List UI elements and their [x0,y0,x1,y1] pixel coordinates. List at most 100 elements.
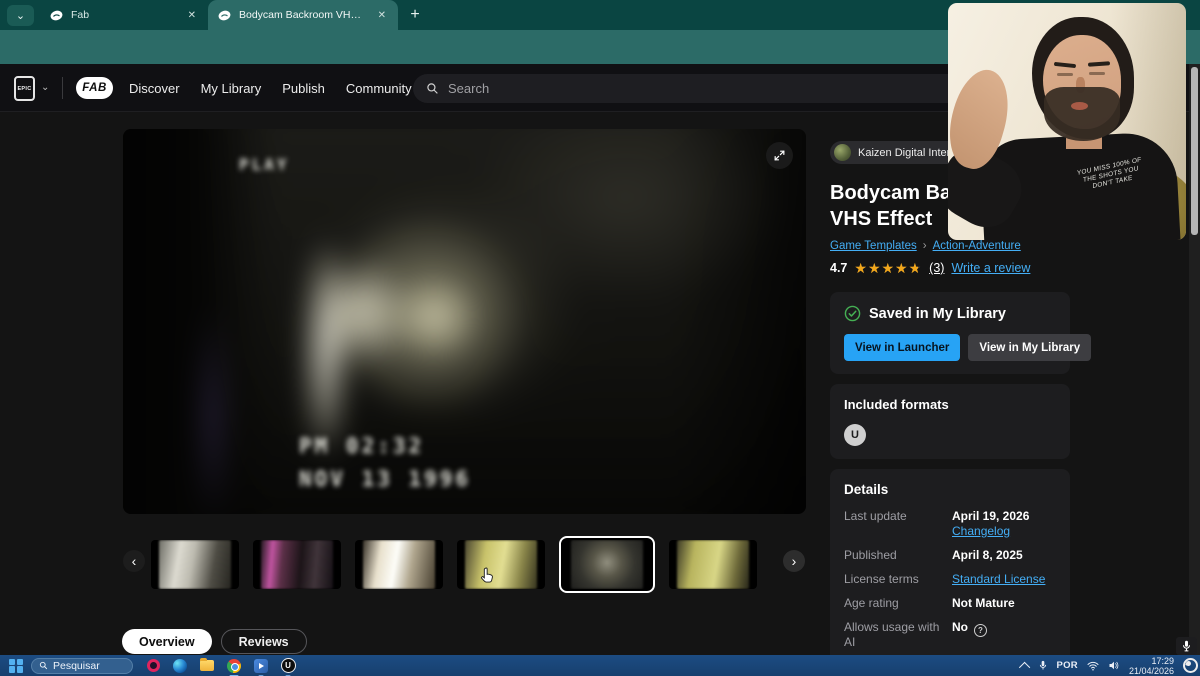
thumbnail-5-selected[interactable] [559,536,655,593]
nav-item-community[interactable]: Community [346,81,412,96]
thumbnail-row [151,536,757,593]
included-formats-card: Included formats U [830,384,1070,459]
fab-logo[interactable]: FAB [76,77,113,99]
unreal-engine-icon[interactable]: U [280,658,296,674]
thumbnail-3[interactable] [355,540,443,589]
thumbnail-carousel: ‹ › [0,536,930,585]
detail-value: No? [952,620,987,650]
included-formats-heading: Included formats [844,397,1056,412]
microphone-icon [1182,640,1191,652]
thumbnail-2[interactable] [253,540,341,589]
nav-item-my-library[interactable]: My Library [201,81,262,96]
expand-icon [773,149,786,162]
screen: ⌄ Fab ✕ Bodycam Backroom VHS Effect | Fa… [0,0,1200,676]
taskbar-pinned-apps: U [145,658,296,674]
browser-tab-listing[interactable]: Bodycam Backroom VHS Effect | Fab ✕ [208,0,398,30]
search-icon [426,82,439,95]
breadcrumb-subcategory-link[interactable]: Action-Adventure [933,240,1021,252]
thumbnail-4[interactable] [457,540,545,589]
seller-chip[interactable]: Kaizen Digital Intera [830,141,967,164]
review-count-link[interactable]: (3) [929,261,944,275]
library-status-card: Saved in My Library View in Launcher Vie… [830,292,1070,374]
detail-row-ai-usage: Allows usage with AI No? [844,620,1056,650]
thumbnail-5[interactable] [563,540,651,589]
star-rating: ★★★★★ ★★★★★ [854,261,922,275]
vhs-datestamp: NOV 13 1996 [299,467,471,491]
epic-games-logo[interactable]: EPIC [14,76,35,101]
standard-license-link[interactable]: Standard License [952,572,1045,586]
file-explorer-icon[interactable] [199,658,215,674]
edge-icon[interactable] [172,658,188,674]
fullscreen-button[interactable] [766,142,793,169]
chrome-icon[interactable] [226,658,242,674]
detail-label: Allows usage with AI [844,620,952,650]
windows-taskbar: Pesquisar U POR [0,655,1200,676]
taskbar-search-placeholder: Pesquisar [53,660,100,672]
check-circle-icon [844,305,861,322]
help-icon[interactable]: ? [974,624,987,637]
detail-value: April 19, 2026 Changelog [952,509,1029,539]
close-icon[interactable]: ✕ [186,8,198,23]
new-tab-button[interactable]: + [404,4,426,26]
nav-item-discover[interactable]: Discover [129,81,180,96]
search-placeholder: Search [448,81,489,96]
tab-overview[interactable]: Overview [122,629,212,654]
chevron-down-icon[interactable]: ⌄ [41,82,49,93]
browser-tab-fab[interactable]: Fab ✕ [40,0,208,30]
nav-item-publish[interactable]: Publish [282,81,325,96]
speaker-icon[interactable] [1108,660,1120,671]
taskbar-system-tray: POR 17:29 21/04/2026 [1022,656,1200,676]
thumbnail-6[interactable] [669,540,757,589]
library-buttons: View in Launcher View in My Library [844,334,1056,361]
scrollbar-thumb[interactable] [1191,67,1198,235]
unreal-engine-format-icon[interactable]: U [844,424,866,446]
ai-usage-value: No [952,620,968,634]
clock-date: 21/04/2026 [1129,666,1174,676]
changelog-link[interactable]: Changelog [952,524,1010,538]
tab-title: Bodycam Backroom VHS Effect | Fab [239,9,368,21]
clock-time: 17:29 [1129,656,1174,666]
tab-reviews[interactable]: Reviews [221,629,307,654]
detail-value: Standard License [952,572,1045,587]
detail-value: Not Mature [952,596,1015,611]
fab-favicon-icon [50,9,63,22]
plus-icon: + [410,6,419,24]
seller-avatar [834,144,851,161]
detail-row-published: Published April 8, 2025 [844,548,1056,563]
taskbar-clock[interactable]: 17:29 21/04/2026 [1129,656,1174,676]
tab-list-button[interactable]: ⌄ [7,5,34,26]
seller-name: Kaizen Digital Intera [858,147,956,159]
tray-expand-icon[interactable] [1019,661,1030,672]
mouse-cursor [479,566,496,587]
product-media-viewer[interactable]: PLAY PM 02:32 NOV 13 1996 [123,129,806,514]
detail-label: Published [844,548,952,563]
breadcrumb: Game Templates › Action-Adventure [830,240,1070,252]
write-review-link[interactable]: Write a review [951,261,1030,275]
chevron-down-icon: ⌄ [16,9,25,22]
tray-mic-icon[interactable] [1039,660,1047,671]
detail-row-age-rating: Age rating Not Mature [844,596,1056,611]
breadcrumb-category-link[interactable]: Game Templates [830,240,917,252]
saved-status: Saved in My Library [844,305,1056,322]
webcam-overlay: YOU MISS 100% OF THE SHOTS YOU DON'T TAK… [948,3,1186,240]
carousel-prev-button[interactable]: ‹ [123,550,145,572]
last-update-value: April 19, 2026 [952,509,1029,523]
obs-tray-icon[interactable] [1183,658,1198,673]
close-icon[interactable]: ✕ [376,8,388,23]
opera-gx-icon[interactable] [145,658,161,674]
taskbar-search[interactable]: Pesquisar [31,658,133,674]
view-in-my-library-button[interactable]: View in My Library [968,334,1091,361]
language-indicator[interactable]: POR [1056,660,1078,671]
carousel-next-button[interactable]: › [783,550,805,572]
vhs-preview-image [123,129,806,514]
vhs-timestamp: PM 02:32 [299,434,424,458]
next-icon: › [792,553,797,569]
wifi-icon[interactable] [1087,661,1099,671]
header-divider [62,77,63,99]
media-app-icon[interactable] [253,658,269,674]
start-button[interactable] [9,659,23,673]
breadcrumb-separator-icon: › [923,240,927,252]
view-in-launcher-button[interactable]: View in Launcher [844,334,960,361]
rating-row: 4.7 ★★★★★ ★★★★★ (3) Write a review [830,261,1070,275]
thumbnail-1[interactable] [151,540,239,589]
